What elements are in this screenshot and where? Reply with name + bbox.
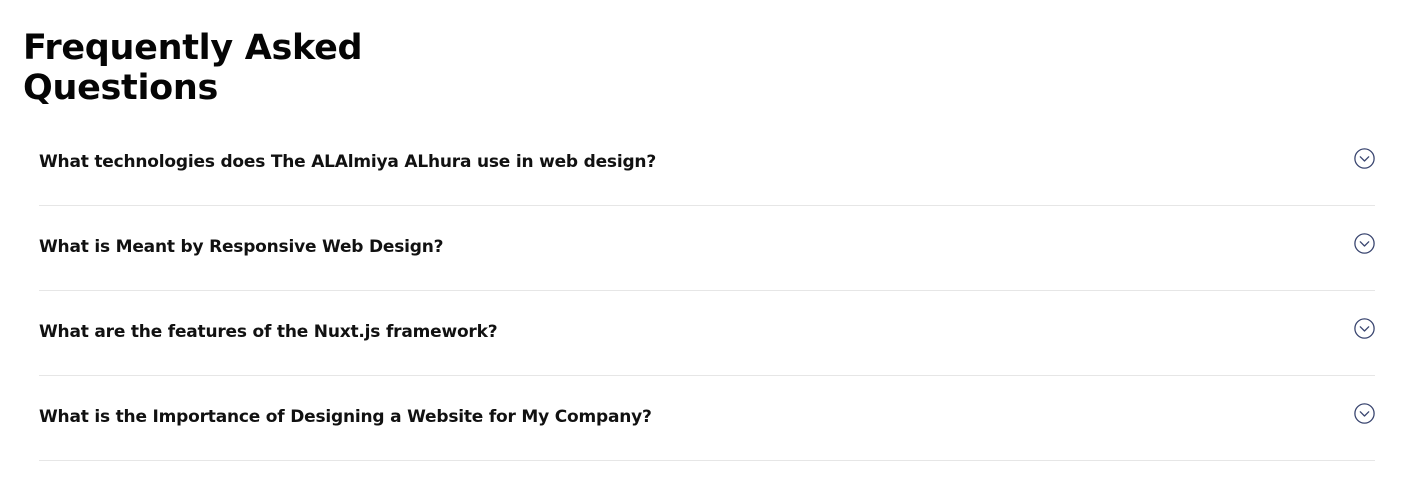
- faq-item-responsive-design[interactable]: What is Meant by Responsive Web Design?: [39, 206, 1375, 291]
- chevron-down-circle-icon[interactable]: [1354, 148, 1375, 169]
- chevron-down-circle-icon[interactable]: [1354, 318, 1375, 339]
- faq-question: What is the Importance of Designing a We…: [39, 407, 652, 427]
- faq-list: What technologies does The ALAlmiya ALhu…: [39, 121, 1375, 461]
- faq-question: What is Meant by Responsive Web Design?: [39, 237, 444, 257]
- faq-title: Frequently Asked Questions: [23, 28, 363, 108]
- faq-item-nuxt-features[interactable]: What are the features of the Nuxt.js fra…: [39, 291, 1375, 376]
- faq-item-website-importance[interactable]: What is the Importance of Designing a We…: [39, 376, 1375, 461]
- faq-question: What are the features of the Nuxt.js fra…: [39, 322, 498, 342]
- chevron-down-circle-icon[interactable]: [1354, 403, 1375, 424]
- faq-question: What technologies does The ALAlmiya ALhu…: [39, 152, 656, 172]
- chevron-down-circle-icon[interactable]: [1354, 233, 1375, 254]
- faq-section: Frequently Asked Questions What technolo…: [0, 0, 1415, 489]
- faq-item-technologies[interactable]: What technologies does The ALAlmiya ALhu…: [39, 121, 1375, 206]
